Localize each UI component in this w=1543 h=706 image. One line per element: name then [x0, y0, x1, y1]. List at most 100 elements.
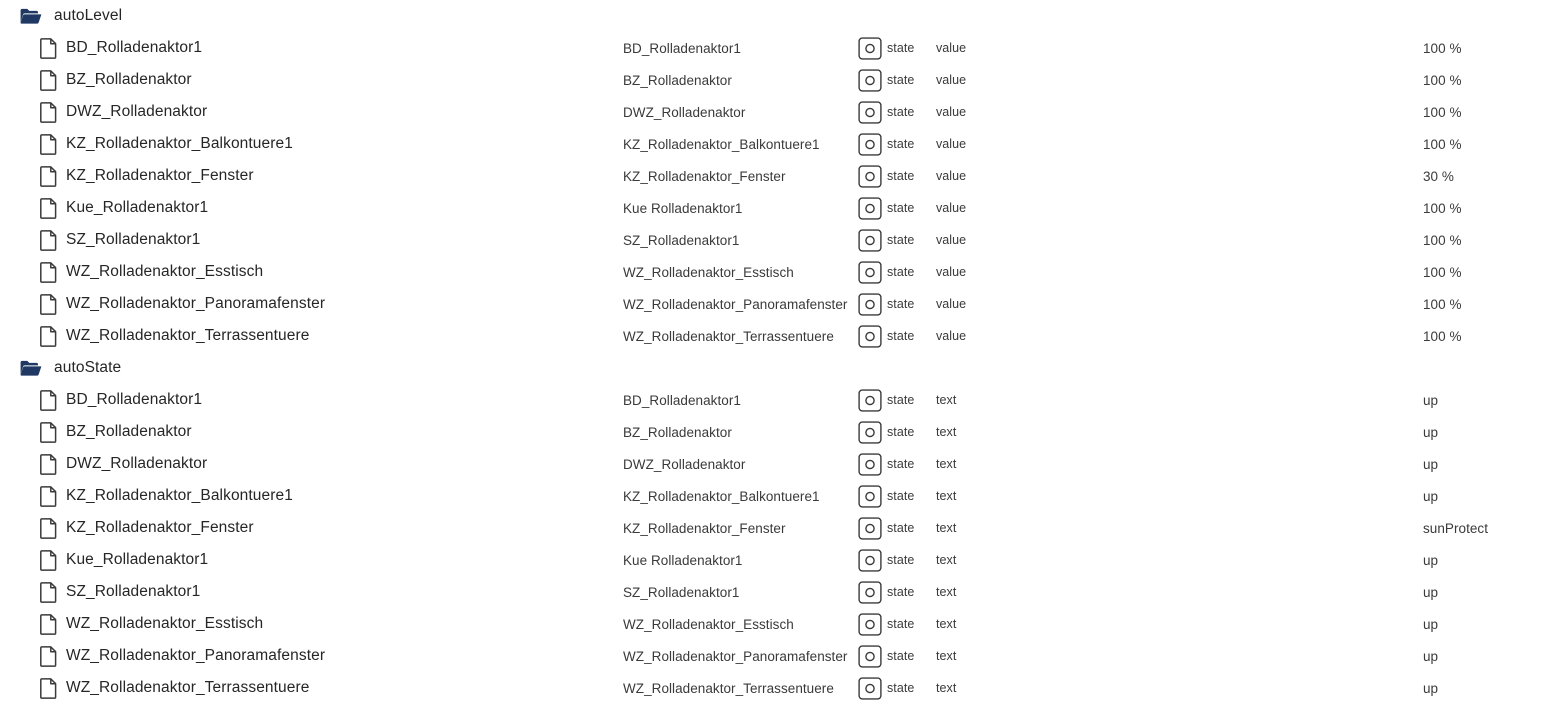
tree-item-state-cell[interactable]: state	[858, 228, 914, 252]
tree-item-state-label: state	[887, 201, 915, 215]
tree-item-state-cell[interactable]: state	[858, 164, 915, 188]
tree-item-row[interactable]: BD_Rolladenaktor1 BD_Rolladenaktor1 stat…	[0, 32, 1543, 64]
tree-item-name-cell: DWZ_Rolladenaktor	[40, 453, 207, 475]
tree-item-state-cell[interactable]: state	[858, 420, 914, 444]
tree-item-row[interactable]: KZ_Rolladenaktor_Balkontuere1 KZ_Rollade…	[0, 128, 1543, 160]
tree-item-row[interactable]: WZ_Rolladenaktor_Panoramafenster WZ_Roll…	[0, 640, 1543, 672]
tree-item-row[interactable]: BZ_Rolladenaktor BZ_Rolladenaktor state …	[0, 416, 1543, 448]
tree-item-state-cell[interactable]: state	[858, 196, 915, 220]
tree-item-value: up	[1423, 584, 1439, 600]
state-circle-icon	[858, 164, 882, 188]
file-document-icon	[40, 69, 57, 91]
tree-item-value: 100 %	[1423, 232, 1462, 248]
tree-item-row[interactable]: DWZ_Rolladenaktor DWZ_Rolladenaktor stat…	[0, 96, 1543, 128]
tree-item-value: up	[1423, 456, 1439, 472]
tree-item-description: WZ_Rolladenaktor_Terrassentuere	[623, 680, 834, 696]
tree-item-name-cell: WZ_Rolladenaktor_Terrassentuere	[40, 325, 309, 347]
tree-item-state-cell[interactable]: state	[858, 292, 914, 316]
tree-item-description: WZ_Rolladenaktor_Panoramafenster	[623, 648, 848, 664]
file-document-icon	[40, 613, 57, 635]
tree-item-state-label: state	[887, 169, 915, 183]
tree-item-type-label: text	[936, 489, 957, 503]
folder-open-icon	[20, 8, 42, 24]
tree-group-header-autoLevel[interactable]: autoLevel	[0, 0, 1543, 32]
tree-item-state-label: state	[887, 521, 915, 535]
tree-item-name: BZ_Rolladenaktor	[66, 71, 192, 88]
tree-item-value: 100 %	[1423, 264, 1462, 280]
tree-item-name: Kue_Rolladenaktor1	[66, 551, 209, 568]
tree-item-state-cell[interactable]: state	[858, 516, 915, 540]
state-circle-icon	[858, 292, 882, 316]
tree-item-value: up	[1423, 488, 1439, 504]
file-document-icon	[40, 197, 57, 219]
file-document-icon	[40, 325, 57, 347]
tree-item-state-cell[interactable]: state	[858, 388, 915, 412]
tree-item-row[interactable]: SZ_Rolladenaktor1 SZ_Rolladenaktor1 stat…	[0, 576, 1543, 608]
tree-item-type-label: text	[936, 457, 957, 471]
tree-item-state-label: state	[887, 489, 915, 503]
tree-group-header-autoState[interactable]: autoState	[0, 352, 1543, 384]
tree-item-state-cell[interactable]: state	[858, 548, 914, 572]
tree-item-state-cell[interactable]: state	[858, 612, 914, 636]
tree-item-state-cell[interactable]: state	[858, 644, 914, 668]
file-document-icon	[40, 645, 57, 667]
tree-item-state-cell[interactable]: state	[858, 324, 914, 348]
tree-item-name-cell: WZ_Rolladenaktor_Panoramafenster	[40, 645, 325, 667]
tree-item-type-label: text	[936, 553, 957, 567]
tree-item-state-cell[interactable]: state	[858, 580, 914, 604]
state-circle-icon	[858, 228, 882, 252]
tree-item-type-label: text	[936, 521, 957, 535]
tree-item-value: up	[1423, 424, 1439, 440]
state-circle-icon	[858, 676, 882, 700]
tree-item-description: SZ_Rolladenaktor1	[623, 584, 740, 600]
tree-item-state-label: state	[887, 393, 915, 407]
state-circle-icon	[858, 388, 882, 412]
tree-item-description: BZ_Rolladenaktor	[623, 424, 732, 440]
state-circle-icon	[858, 324, 882, 348]
tree-item-state-cell[interactable]: state	[858, 676, 914, 700]
tree-item-row[interactable]: SZ_Rolladenaktor1 SZ_Rolladenaktor1 stat…	[0, 224, 1543, 256]
tree-item-description: BD_Rolladenaktor1	[623, 392, 741, 408]
tree-item-row[interactable]: Kue_Rolladenaktor1 Kue Rolladenaktor1 st…	[0, 192, 1543, 224]
tree-item-row[interactable]: BD_Rolladenaktor1 BD_Rolladenaktor1 stat…	[0, 384, 1543, 416]
tree-item-state-cell[interactable]: state	[858, 452, 915, 476]
tree-item-row[interactable]: WZ_Rolladenaktor_Esstisch WZ_Rolladenakt…	[0, 256, 1543, 288]
tree-item-state-cell[interactable]: state	[858, 100, 914, 124]
tree-item-state-label: state	[887, 457, 915, 471]
tree-item-state-cell[interactable]: state	[858, 132, 914, 156]
tree-item-row[interactable]: KZ_Rolladenaktor_Balkontuere1 KZ_Rollade…	[0, 480, 1543, 512]
tree-item-name-cell: DWZ_Rolladenaktor	[40, 101, 207, 123]
tree-item-type-label: value	[936, 169, 967, 183]
tree-item-state-cell[interactable]: state	[858, 484, 915, 508]
tree-item-description: BD_Rolladenaktor1	[623, 40, 741, 56]
state-circle-icon	[858, 548, 882, 572]
tree-item-value: sunProtect	[1423, 520, 1489, 536]
tree-item-description: BZ_Rolladenaktor	[623, 72, 732, 88]
tree-item-name: KZ_Rolladenaktor_Fenster	[66, 519, 254, 536]
tree-item-row[interactable]: WZ_Rolladenaktor_Panoramafenster WZ_Roll…	[0, 288, 1543, 320]
file-document-icon	[40, 421, 57, 443]
tree-item-row[interactable]: DWZ_Rolladenaktor DWZ_Rolladenaktor stat…	[0, 448, 1543, 480]
tree-item-state-cell[interactable]: state	[858, 260, 914, 284]
tree-item-row[interactable]: KZ_Rolladenaktor_Fenster KZ_Rolladenakto…	[0, 160, 1543, 192]
tree-item-name: KZ_Rolladenaktor_Balkontuere1	[66, 135, 293, 152]
tree-item-row[interactable]: WZ_Rolladenaktor_Terrassentuere WZ_Rolla…	[0, 672, 1543, 704]
tree-item-state-cell[interactable]: state	[858, 68, 914, 92]
tree-item-name: BD_Rolladenaktor1	[66, 39, 203, 56]
tree-item-row[interactable]: Kue_Rolladenaktor1 Kue Rolladenaktor1 st…	[0, 544, 1543, 576]
tree-item-row[interactable]: WZ_Rolladenaktor_Terrassentuere WZ_Rolla…	[0, 320, 1543, 352]
tree-item-row[interactable]: BZ_Rolladenaktor BZ_Rolladenaktor state …	[0, 64, 1543, 96]
tree-item-row[interactable]: WZ_Rolladenaktor_Esstisch WZ_Rolladenakt…	[0, 608, 1543, 640]
file-document-icon	[40, 517, 57, 539]
tree-item-name: Kue_Rolladenaktor1	[66, 199, 209, 216]
tree-item-row[interactable]: KZ_Rolladenaktor_Fenster KZ_Rolladenakto…	[0, 512, 1543, 544]
tree-item-value: 30 %	[1423, 168, 1454, 184]
tree-item-name-cell: SZ_Rolladenaktor1	[40, 581, 200, 603]
tree-item-state-cell[interactable]: state	[858, 36, 914, 60]
tree-item-description: Kue Rolladenaktor1	[623, 552, 743, 568]
tree-item-type-label: value	[936, 41, 967, 55]
state-circle-icon	[858, 644, 882, 668]
tree-item-name-cell: KZ_Rolladenaktor_Balkontuere1	[40, 133, 293, 155]
state-circle-icon	[858, 612, 882, 636]
tree-item-name: KZ_Rolladenaktor_Fenster	[66, 167, 254, 184]
